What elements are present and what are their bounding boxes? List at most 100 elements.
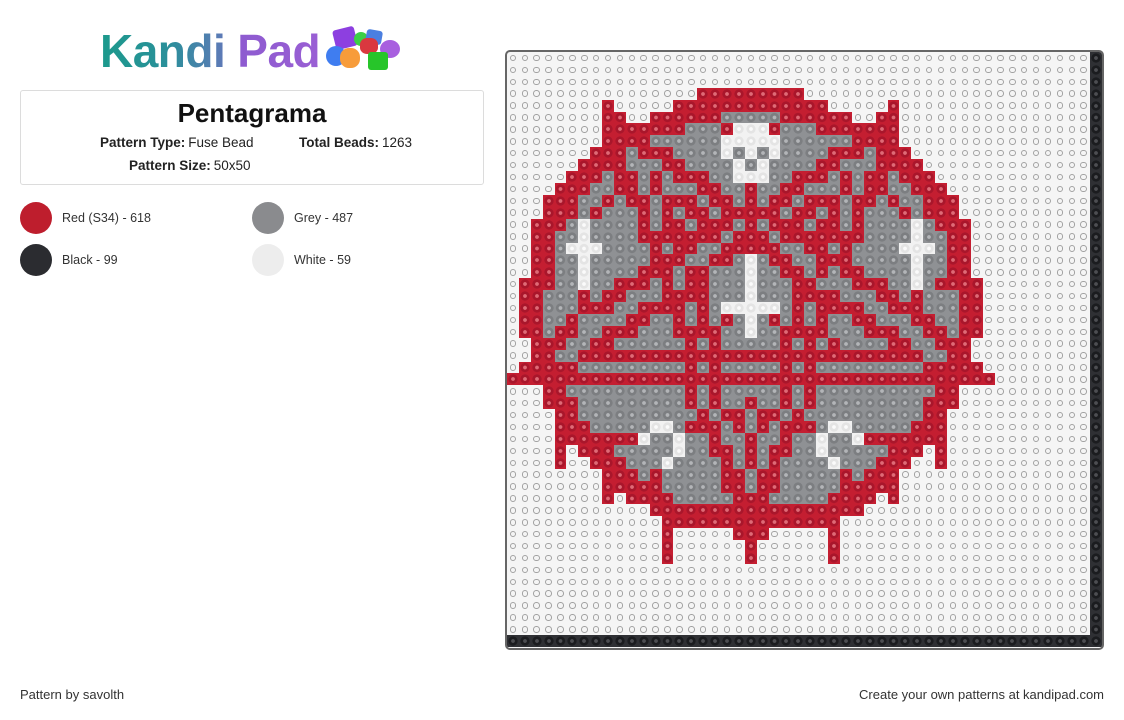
bead-grey [614,397,626,410]
empty-peg [1042,504,1054,516]
empty-peg [995,481,1007,493]
bead-grey [792,337,805,350]
bead-red [614,325,626,338]
empty-peg [923,64,935,76]
bead-red [590,433,603,445]
empty-peg [685,64,697,76]
bead-grey [721,230,733,243]
bead-red [685,385,698,398]
empty-peg [1066,397,1078,409]
bead-grey [875,242,888,255]
bead-black [1089,99,1102,112]
bead-grey [732,456,745,469]
bead-red [518,290,531,303]
kandi-pad-logo[interactable]: Kandi Pad [100,25,400,74]
empty-peg [959,433,971,445]
bead-red [530,278,543,291]
legend-count: 59 [337,253,351,267]
empty-peg [1078,493,1090,505]
bead-red [923,433,936,445]
bead-grey [673,480,686,493]
bead-black [1089,230,1102,243]
empty-peg [995,409,1007,421]
bead-red [816,254,829,267]
empty-peg [1054,183,1066,195]
legend-label: Black - 99 [62,252,118,268]
empty-peg [816,552,828,564]
bead-red [637,313,650,326]
bead-red [875,278,888,291]
bead-grey [828,409,840,422]
bead-red [899,433,912,445]
bead-grey [756,266,769,279]
empty-peg [626,564,638,576]
bead-black [1089,552,1102,564]
empty-peg [911,112,923,124]
empty-peg [507,409,519,421]
bead-red [780,433,793,445]
bead-grey [744,421,757,433]
bead-grey [839,135,852,148]
bead-red [756,492,769,505]
empty-peg [1006,266,1018,278]
bead-red [768,218,781,231]
bead-red [804,421,817,433]
empty-peg [947,123,959,135]
bead-red [958,349,971,362]
empty-peg [638,528,650,540]
empty-peg [566,552,578,564]
empty-peg [578,481,590,493]
empty-peg [519,219,531,231]
bead-red [780,111,793,124]
bead-white [744,135,757,148]
empty-peg [1030,52,1042,64]
bead-black [1089,218,1102,231]
empty-peg [769,612,781,624]
bead-grey [780,242,793,255]
empty-peg [578,135,590,147]
bead-grey [911,206,924,219]
bead-red [721,409,733,422]
bead-red [899,349,912,362]
empty-peg [531,100,543,112]
empty-peg [959,564,971,576]
empty-peg [959,195,971,207]
bead-red [590,373,603,386]
bead-grey [732,433,745,445]
bead-grey [780,302,793,314]
legend-separator: - [92,253,104,267]
bead-grey [602,254,615,267]
empty-peg [995,350,1007,362]
bead-grey [780,171,793,183]
bead-grey [697,147,710,160]
bead-grey [851,254,864,267]
empty-peg [769,552,781,564]
kandipad-cta-link[interactable]: Create your own patterns at kandipad.com [859,687,1104,702]
bead-red [637,218,650,231]
bead-grey [851,409,864,422]
bead-red [530,373,543,386]
empty-peg [816,76,828,88]
bead-red [697,373,710,386]
bead-grey [697,337,710,350]
empty-peg [1066,326,1078,338]
empty-peg [638,588,650,600]
empty-peg [709,76,721,88]
empty-peg [983,493,995,505]
empty-peg [1006,326,1018,338]
bead-red [542,361,555,374]
empty-peg [590,481,602,493]
empty-peg [507,183,519,195]
empty-peg [840,64,852,76]
legend-color-name: Black [62,253,93,267]
bead-red [780,325,793,338]
empty-peg [971,481,983,493]
bead-grey [602,409,615,422]
empty-peg [804,52,816,64]
bead-black [1089,492,1102,505]
bead-grey [685,480,698,493]
empty-peg [543,493,555,505]
empty-peg [1018,219,1030,231]
empty-peg [1066,576,1078,588]
bead-grey [756,313,769,326]
